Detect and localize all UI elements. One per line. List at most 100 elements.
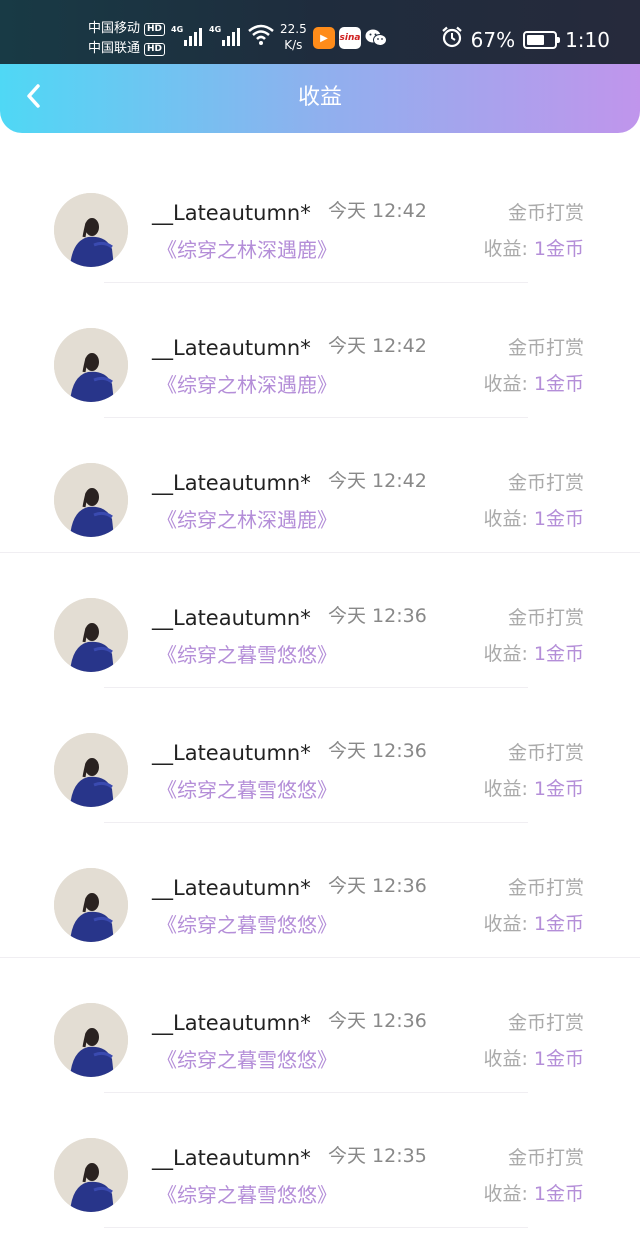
network-speed: 22.5 K/s [280, 21, 307, 53]
timestamp: 今天 12:42 [328, 335, 427, 357]
book-title[interactable]: 《综穿之暮雪悠悠》 [157, 641, 337, 669]
income: 收益: 1金币 [483, 910, 584, 938]
reward-type: 金币打赏 [507, 742, 584, 764]
speed-unit: K/s [284, 38, 303, 52]
timestamp: 今天 12:42 [328, 470, 427, 492]
income: 收益: 1金币 [483, 370, 584, 398]
page-title: 收益 [297, 85, 342, 110]
book-title[interactable]: 《综穿之林深遇鹿》 [157, 236, 337, 264]
hd-badge: HD [144, 22, 166, 36]
timestamp: 今天 12:36 [328, 875, 427, 897]
book-title[interactable]: 《综穿之暮雪悠悠》 [157, 1181, 337, 1209]
reward-type: 金币打赏 [507, 337, 584, 359]
avatar[interactable] [54, 1003, 128, 1077]
income-amount: 1金币 [533, 1048, 584, 1070]
income-label: 收益: [483, 913, 528, 935]
speed-value: 22.5 [280, 22, 307, 36]
network-type: 4G [209, 25, 222, 34]
battery-percent: 67% [470, 28, 516, 52]
income-label: 收益: [483, 238, 528, 260]
username: __Lateautumn* [152, 1146, 311, 1170]
alarm-icon [441, 26, 463, 54]
username: __Lateautumn* [152, 1011, 311, 1035]
income-record[interactable]: __Lateautumn* 今天 12:36 金币打赏 《综穿之暮雪悠悠》 收益… [0, 954, 640, 1093]
income-label: 收益: [483, 373, 528, 395]
income: 收益: 1金币 [483, 1045, 584, 1073]
timestamp: 今天 12:36 [328, 605, 427, 627]
income: 收益: 1金币 [483, 505, 584, 533]
signal-strength-icon: 4G [209, 25, 240, 46]
timestamp: 今天 12:42 [328, 200, 427, 222]
header-bar: 收益 [0, 64, 640, 133]
avatar[interactable] [54, 868, 128, 942]
income-record-list: __Lateautumn* 今天 12:42 金币打赏 《综穿之林深遇鹿》 收益… [0, 144, 640, 1228]
reward-type: 金币打赏 [507, 1147, 584, 1169]
reward-type: 金币打赏 [507, 472, 584, 494]
income-amount: 1金币 [533, 643, 584, 665]
income-label: 收益: [483, 1183, 528, 1205]
income-amount: 1金币 [533, 1183, 584, 1205]
reward-type: 金币打赏 [507, 202, 584, 224]
income-record[interactable]: __Lateautumn* 今天 12:36 金币打赏 《综穿之暮雪悠悠》 收益… [0, 684, 640, 823]
wechat-icon [365, 27, 387, 49]
username: __Lateautumn* [152, 876, 311, 900]
carrier-info: 中国移动 HD 中国联通 HD [88, 19, 166, 59]
wifi-icon [248, 24, 274, 50]
income-label: 收益: [483, 778, 528, 800]
income-amount: 1金币 [533, 913, 584, 935]
book-title[interactable]: 《综穿之暮雪悠悠》 [157, 776, 337, 804]
timestamp: 今天 12:35 [328, 1145, 427, 1167]
income-amount: 1金币 [533, 508, 584, 530]
battery-icon [523, 31, 561, 49]
reward-type: 金币打赏 [507, 1012, 584, 1034]
income: 收益: 1金币 [483, 235, 584, 263]
username: __Lateautumn* [152, 606, 311, 630]
hd-badge: HD [144, 42, 166, 56]
income-record[interactable]: __Lateautumn* 今天 12:36 金币打赏 《综穿之暮雪悠悠》 收益… [0, 819, 640, 958]
avatar[interactable] [54, 733, 128, 807]
username: __Lateautumn* [152, 201, 311, 225]
username: __Lateautumn* [152, 336, 311, 360]
income-label: 收益: [483, 1048, 528, 1070]
divider [104, 1227, 528, 1228]
avatar[interactable] [54, 193, 128, 267]
carrier-2: 中国联通 [88, 41, 141, 56]
network-type: 4G [171, 25, 184, 34]
income-amount: 1金币 [533, 238, 584, 260]
reward-type: 金币打赏 [507, 607, 584, 629]
income-amount: 1金币 [533, 778, 584, 800]
username: __Lateautumn* [152, 471, 311, 495]
signal-indicators: 4G 4G [171, 25, 240, 46]
income-amount: 1金币 [533, 373, 584, 395]
status-right: 67% 1:10 [441, 26, 610, 54]
income-record[interactable]: __Lateautumn* 今天 12:36 金币打赏 《综穿之暮雪悠悠》 收益… [0, 549, 640, 688]
book-title[interactable]: 《综穿之暮雪悠悠》 [157, 1046, 337, 1074]
carrier-1: 中国移动 [88, 21, 141, 36]
video-app-icon: ▶ [313, 27, 335, 49]
timestamp: 今天 12:36 [328, 740, 427, 762]
income: 收益: 1金币 [483, 775, 584, 803]
income-record[interactable]: __Lateautumn* 今天 12:42 金币打赏 《综穿之林深遇鹿》 收益… [0, 279, 640, 418]
signal-strength-icon: 4G [171, 25, 202, 46]
book-title[interactable]: 《综穿之暮雪悠悠》 [157, 911, 337, 939]
book-title[interactable]: 《综穿之林深遇鹿》 [157, 506, 337, 534]
reward-type: 金币打赏 [507, 877, 584, 899]
status-bar: 中国移动 HD 中国联通 HD 4G 4G 22.5 K/s ▶ sina 67… [0, 0, 640, 64]
sina-app-icon: sina [339, 27, 361, 49]
income: 收益: 1金币 [483, 640, 584, 668]
timestamp: 今天 12:36 [328, 1010, 427, 1032]
income-record[interactable]: __Lateautumn* 今天 12:42 金币打赏 《综穿之林深遇鹿》 收益… [0, 414, 640, 553]
avatar[interactable] [54, 463, 128, 537]
book-title[interactable]: 《综穿之林深遇鹿》 [157, 371, 337, 399]
income-record[interactable]: __Lateautumn* 今天 12:42 金币打赏 《综穿之林深遇鹿》 收益… [0, 144, 640, 283]
income-record[interactable]: __Lateautumn* 今天 12:35 金币打赏 《综穿之暮雪悠悠》 收益… [0, 1089, 640, 1228]
username: __Lateautumn* [152, 741, 311, 765]
avatar[interactable] [54, 1138, 128, 1212]
avatar[interactable] [54, 598, 128, 672]
income: 收益: 1金币 [483, 1180, 584, 1208]
battery-fill [527, 35, 545, 45]
clock: 1:10 [565, 28, 610, 52]
avatar[interactable] [54, 328, 128, 402]
income-label: 收益: [483, 643, 528, 665]
income-label: 收益: [483, 508, 528, 530]
